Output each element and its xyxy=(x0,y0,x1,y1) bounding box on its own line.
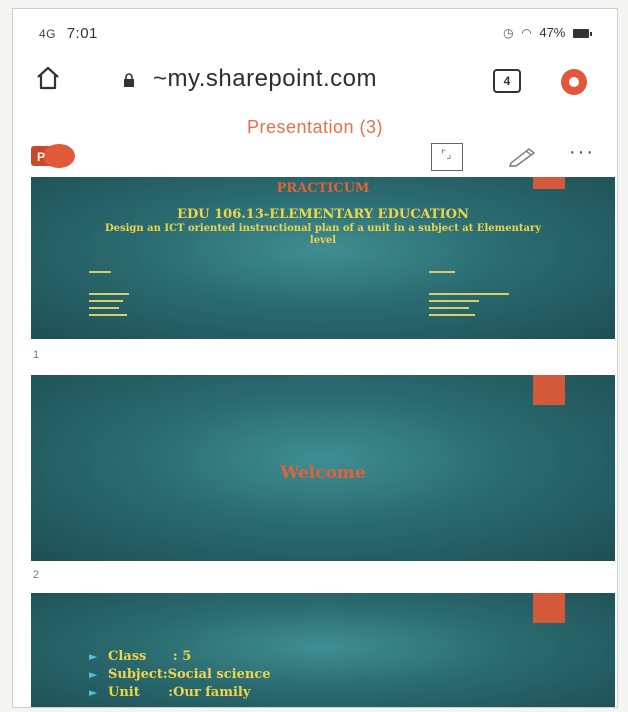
bullet-arrow-icon: ► xyxy=(89,650,98,663)
phone-screen: 4G 7:01 ◷ ◠ 47% ~my.sharepoint.com 4 Pre… xyxy=(12,8,618,708)
slide-thumbnail-2[interactable]: Welcome xyxy=(31,375,615,561)
slide-1-left-column xyxy=(89,269,149,326)
status-time: 7:01 xyxy=(66,25,98,42)
slide-accent-tab xyxy=(533,375,565,405)
slide-thumbnail-3[interactable]: ► Class : 5 ► Subject:Social science ► U… xyxy=(31,593,615,707)
presentation-title: Presentation (3) xyxy=(246,117,384,137)
slide-number-1: 1 xyxy=(33,349,40,361)
battery-percent: 47% xyxy=(539,25,566,40)
slide-3-bullet: ► Unit :Our family xyxy=(89,685,271,703)
browser-address-bar: ~my.sharepoint.com 4 xyxy=(13,59,617,103)
bullet-label: Class xyxy=(108,649,147,664)
more-options-icon[interactable]: ··· xyxy=(569,141,595,164)
status-left: 4G 7:01 xyxy=(39,25,102,42)
slide-accent-tab xyxy=(533,593,565,623)
url-field[interactable]: ~my.sharepoint.com xyxy=(153,65,377,93)
home-icon[interactable] xyxy=(35,65,61,91)
slide-1-right-column xyxy=(421,269,521,326)
slide-1-left-illegible-text xyxy=(89,271,129,316)
slideshow-icon[interactable]: ⌜⌟ xyxy=(431,143,463,171)
slide-1-subtitle: Design an ICT oriented instructional pla… xyxy=(104,223,542,246)
bullet-label: Unit xyxy=(108,685,140,700)
alarm-icon: ◷ xyxy=(503,26,514,40)
bullet-value: :Our family xyxy=(168,685,251,700)
bullet-value: : 5 xyxy=(172,649,192,664)
signal-label: 4G xyxy=(39,27,57,41)
slide-1-right-illegible-text xyxy=(429,271,509,316)
battery-icon xyxy=(573,29,592,39)
lock-icon xyxy=(124,73,134,87)
slide-1-heading: PRACTICUM xyxy=(276,181,370,196)
status-right: ◷ ◠ 47% xyxy=(503,25,592,40)
status-bar: 4G 7:01 ◷ ◠ 47% xyxy=(13,9,617,47)
slide-3-bullet: ► Subject:Social science xyxy=(89,667,271,685)
edit-pencil-icon[interactable] xyxy=(507,145,539,167)
bullet-arrow-icon: ► xyxy=(89,668,98,681)
slide-1-title: EDU 106.13-ELEMENTARY EDUCATION xyxy=(177,207,469,222)
slide-3-bullet: ► Class : 5 xyxy=(89,649,271,667)
bullet-value: :Social science xyxy=(162,667,271,682)
powerpoint-app-icon[interactable]: P xyxy=(31,143,75,169)
bullet-arrow-icon: ► xyxy=(89,686,98,699)
tabs-count-icon[interactable]: 4 xyxy=(493,69,521,93)
slide-thumbnail-1[interactable]: PRACTICUM EDU 106.13-ELEMENTARY EDUCATIO… xyxy=(31,177,615,339)
browser-menu-icon[interactable] xyxy=(559,67,589,97)
slide-2-welcome-text: Welcome xyxy=(280,463,366,483)
bullet-label: Subject xyxy=(108,667,163,682)
svg-text:P: P xyxy=(37,150,45,164)
slide-number-2: 2 xyxy=(33,569,40,581)
wifi-icon: ◠ xyxy=(521,26,532,40)
slide-3-bullet-list: ► Class : 5 ► Subject:Social science ► U… xyxy=(89,649,271,703)
